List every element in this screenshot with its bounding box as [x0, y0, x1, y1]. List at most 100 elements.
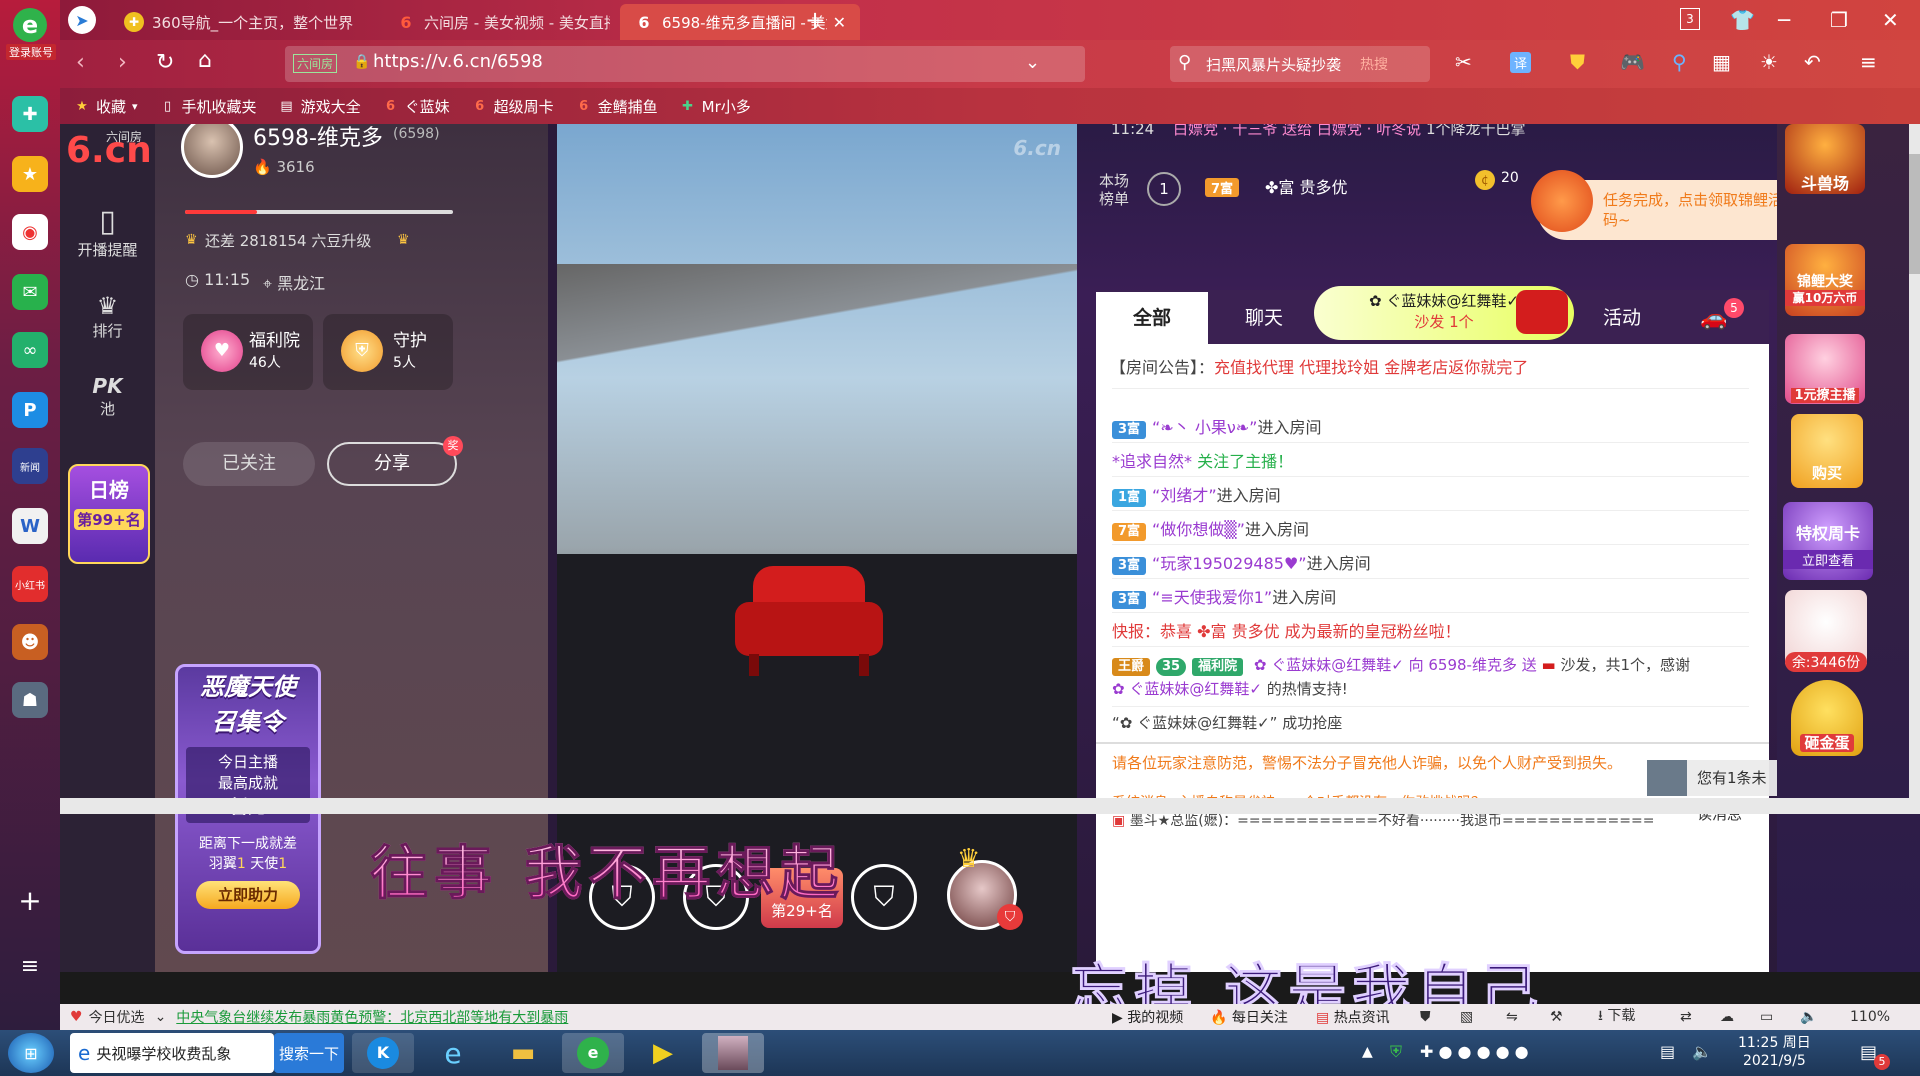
star-favorites-icon[interactable]: ★: [12, 156, 48, 192]
statusbar-item[interactable]: 🔥 每日关注: [1210, 1007, 1288, 1027]
player-icon[interactable]: ▶: [632, 1033, 694, 1073]
chat-user[interactable]: “刘绪才”: [1152, 486, 1217, 505]
bookmark-item[interactable]: ✚ Mr小多: [680, 96, 751, 117]
news-ticker[interactable]: 中央气象台继续发布暴雨黄色预警：北京西北部等地有大到暴雨: [176, 1007, 568, 1027]
statusbar-item[interactable]: ▤ 热点资讯: [1316, 1007, 1390, 1027]
unread-message-popup[interactable]: 您有1条未读消息: [1647, 760, 1777, 823]
forward-icon[interactable]: ›: [118, 50, 127, 75]
url-input[interactable]: 六间房 🔒 https://v.6.cn/6598 ⌄: [285, 46, 1085, 82]
add-icon[interactable]: +: [12, 882, 48, 918]
bookmark-item[interactable]: 6 ぐ蓝妹: [383, 96, 450, 117]
bookmark-item[interactable]: 6 超级周卡: [472, 96, 554, 117]
chevron-down-icon[interactable]: ⌄: [155, 1009, 167, 1025]
buy-banner[interactable]: 购买: [1791, 414, 1863, 488]
nav-start-remind[interactable]: ▯ 开播提醒: [60, 204, 155, 260]
gift-sender[interactable]: ✿ ぐ蓝妹妹@红舞鞋✓: [1254, 656, 1404, 674]
chat-user[interactable]: “玩家195029485♥”: [1152, 554, 1307, 573]
one-yuan-banner[interactable]: 1元撩主播: [1785, 334, 1865, 404]
image-icon[interactable]: ▧: [1460, 1009, 1473, 1025]
new-tab-button[interactable]: +: [805, 6, 825, 34]
seat-empty-icon[interactable]: ⛉: [851, 864, 917, 930]
bookmark-item[interactable]: ▤ 游戏大全: [279, 96, 360, 117]
daily-rank-card[interactable]: 日榜 第99+名: [68, 464, 150, 564]
kugou-icon[interactable]: K: [352, 1033, 414, 1073]
tab-6cn-home[interactable]: 6 六间房 - 美女视频 - 美女直播: [382, 4, 610, 40]
tab-count-badge[interactable]: 3: [1680, 8, 1700, 30]
acceleration-icon[interactable]: ⇋: [1506, 1009, 1518, 1025]
scissors-icon[interactable]: ✂: [1455, 50, 1472, 74]
minimize-icon[interactable]: ─: [1778, 8, 1790, 32]
tray-expand-icon[interactable]: ▲: [1362, 1044, 1373, 1060]
chat-user[interactable]: “❧丶 小果ν❧”: [1152, 418, 1257, 437]
network-icon[interactable]: ▤: [1660, 1042, 1675, 1061]
assist-now-button[interactable]: 立即助力: [196, 881, 300, 909]
send-icon[interactable]: ➤: [68, 6, 96, 34]
host-avatar[interactable]: [181, 124, 243, 178]
sun-icon[interactable]: ☀: [1760, 50, 1778, 74]
koi-prize-banner[interactable]: 锦鲤大奖 赢10万六币: [1785, 244, 1865, 316]
guard-card[interactable]: ⛨ 守护 5人: [323, 314, 453, 390]
home-icon[interactable]: ⌂: [198, 48, 212, 73]
word-icon[interactable]: W: [12, 508, 48, 544]
menu-icon[interactable]: ≡: [1860, 50, 1877, 74]
zoom-level[interactable]: 110%: [1850, 1009, 1890, 1025]
chat-user[interactable]: *追求自然*: [1112, 452, 1192, 471]
shield-icon[interactable]: ⛊: [1420, 1009, 1431, 1025]
gamepad-icon[interactable]: 🎮: [1620, 50, 1645, 74]
scrollbar[interactable]: [1909, 124, 1920, 804]
security-tray-icon[interactable]: ⛨: [1390, 1042, 1402, 1062]
chat-user[interactable]: “≡天使我爱你1”: [1152, 588, 1272, 607]
window-icon[interactable]: ▭: [1760, 1009, 1773, 1025]
live-window-thumbnail[interactable]: [702, 1033, 764, 1073]
today-pick-label[interactable]: 今日优选: [89, 1007, 145, 1027]
bookmark-item[interactable]: ▯ 手机收藏夹: [160, 96, 257, 117]
rank-label[interactable]: 本场 榜单: [1099, 172, 1129, 208]
menu-icon[interactable]: ≡: [12, 948, 48, 984]
welfare-house-card[interactable]: ♥ 福利院 46人: [183, 314, 313, 390]
shirt-skin-icon[interactable]: 👕: [1730, 8, 1755, 32]
golden-egg-banner[interactable]: 砸金蛋: [1791, 680, 1863, 756]
link-icon[interactable]: ∞: [12, 332, 48, 368]
chat-user[interactable]: “做你想做▒”: [1152, 520, 1245, 539]
clock[interactable]: 11:25 周日 2021/9/5: [1738, 1034, 1811, 1070]
share-button[interactable]: 分享: [327, 442, 457, 486]
restore-icon[interactable]: ❐: [1830, 8, 1848, 32]
nav-pk-pool[interactable]: PK 池: [60, 374, 155, 419]
chevron-down-icon[interactable]: ⌄: [1025, 52, 1040, 73]
statusbar-item[interactable]: ▶ 我的视频: [1112, 1007, 1183, 1027]
plus-cross-icon[interactable]: ✚: [12, 96, 48, 132]
close-tab-icon[interactable]: ✕: [833, 13, 846, 32]
gift-sender[interactable]: ✿ ぐ蓝妹妹@红舞鞋✓: [1112, 680, 1262, 698]
shield-icon[interactable]: ⛊: [1570, 50, 1585, 74]
close-window-icon[interactable]: ✕: [1882, 8, 1899, 32]
weibo-icon[interactable]: ◉: [12, 214, 48, 250]
back-icon[interactable]: ‹: [76, 50, 85, 75]
tab-activity[interactable]: 活动: [1566, 292, 1678, 344]
start-button[interactable]: ⊞: [8, 1033, 54, 1073]
360-browser-icon[interactable]: e: [562, 1033, 624, 1073]
horizontal-scrollbar[interactable]: [60, 798, 1920, 814]
p-app-icon[interactable]: P: [12, 392, 48, 428]
login-label[interactable]: 登录账号: [6, 44, 56, 60]
privilege-card-banner[interactable]: 特权周卡 立即查看: [1783, 502, 1873, 580]
followed-button[interactable]: 已关注: [183, 442, 315, 486]
volume-icon[interactable]: 🔈: [1692, 1042, 1712, 1061]
fight-arena-banner[interactable]: 斗兽场: [1785, 124, 1865, 194]
bookmark-item[interactable]: ★ 收藏 ▾: [74, 96, 137, 117]
taskbar-search-input[interactable]: e 央视曝学校收费乱象: [70, 1033, 274, 1073]
volume-icon[interactable]: 🔈: [1800, 1009, 1817, 1025]
tab-chat[interactable]: 聊天: [1208, 292, 1320, 344]
game-avatar-icon[interactable]: ☻: [12, 624, 48, 660]
cloud-icon[interactable]: ☁: [1720, 1009, 1734, 1025]
search-input[interactable]: ⚲ 扫黑风暴片头疑抄袭 热搜: [1170, 46, 1430, 82]
tray-icons[interactable]: ✚ ● ● ● ● ●: [1420, 1042, 1529, 1061]
translate-button[interactable]: 译: [1510, 52, 1532, 73]
folder-icon[interactable]: ▬: [492, 1033, 554, 1073]
grid-icon[interactable]: ▦: [1712, 50, 1731, 74]
refresh-icon[interactable]: ↻: [156, 50, 174, 75]
bookmark-item[interactable]: 6 金鳍捕鱼: [576, 96, 658, 117]
taskbar-search-button[interactable]: 搜索一下: [274, 1033, 344, 1073]
undo-icon[interactable]: ↶: [1804, 50, 1821, 74]
tab-all[interactable]: 全部: [1096, 292, 1208, 344]
translate-icon[interactable]: ⇄: [1680, 1009, 1692, 1025]
